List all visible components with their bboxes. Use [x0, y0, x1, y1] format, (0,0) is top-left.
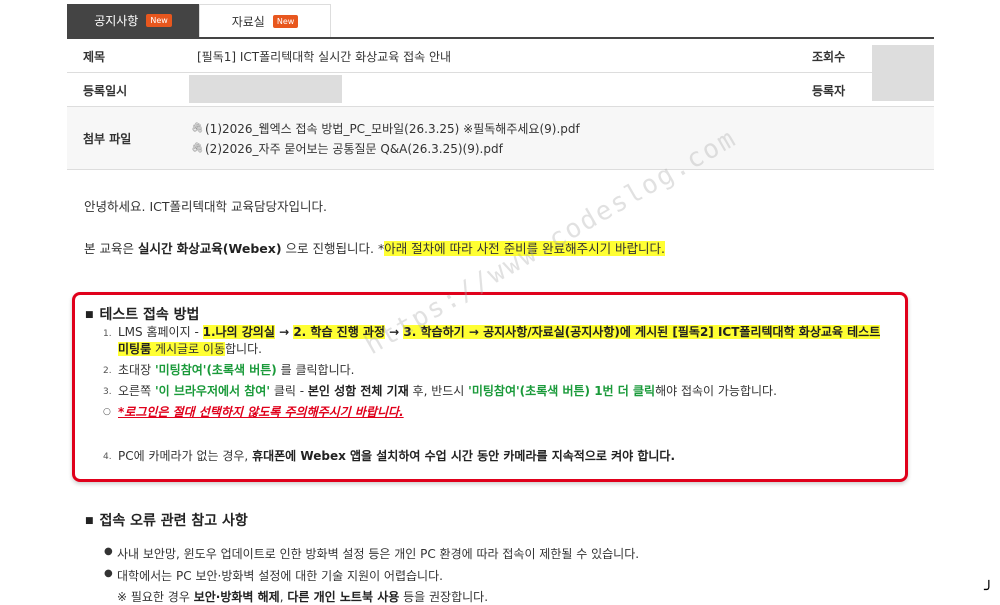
bullet-icon: ● [104, 568, 113, 579]
post-title: [필독1] ICT폴리텍대학 실시간 화상교육 접속 안내 [197, 50, 452, 64]
test-section-title-text: 테스트 접속 방법 [99, 307, 200, 323]
post-info-table: 제목 [필독1] ICT폴리텍대학 실시간 화상교육 접속 안내 조회수 등록일… [67, 37, 934, 170]
paperclip-icon: 🖇 [191, 143, 204, 154]
title-label: 제목 [83, 50, 106, 64]
s1-g: → 공지사항/자료실(공지사항)에 게시된 [464, 325, 673, 339]
attachment-file[interactable]: 🖇 (1)2026_웹엑스 접속 방법_PC_모바일(26.3.25) ※필독해… [191, 119, 580, 139]
b3-d: 다른 개인 노트북 사용 [287, 590, 400, 604]
intro-pre: 본 교육은 [84, 241, 138, 256]
title-row: 제목 [필독1] ICT폴리텍대학 실시간 화상교육 접속 안내 조회수 [67, 39, 934, 101]
step-number: 1. [103, 329, 112, 339]
error-section-title: ■ 접속 오류 관련 참고 사항 [85, 510, 248, 530]
s3-c: 클릭 - [270, 384, 308, 398]
step-number: 4. [103, 452, 112, 462]
tab-archive-label: 자료실 [231, 14, 265, 29]
attachment-filename: (2)2026_자주 묻어보는 공통질문 Q&A(26.3.25)(9).pdf [205, 142, 503, 156]
tab-archive[interactable]: 자료실 New [199, 4, 331, 37]
s1-b: 1.나의 강의실 [202, 325, 275, 339]
attachment-row: 첨부 파일 🖇 (1)2026_웹엑스 접속 방법_PC_모바일(26.3.25… [67, 107, 934, 170]
s4-a: PC에 카메라가 없는 경우, [118, 449, 253, 463]
s1-j: 게시글로 이동 [151, 342, 225, 356]
s3-a: 오른쪽 [118, 384, 155, 398]
b3-a: ※ 필요한 경우 [117, 590, 194, 604]
step-2: 초대장 '미팅참여'(초록색 버튼) 를 클릭합니다. [118, 361, 354, 378]
b3-b: 보안·방화벽 해제 [193, 590, 280, 604]
mouse-cursor-icon: ╯ [984, 580, 994, 599]
step-1: LMS 홈페이지 - 1.나의 강의실 → 2. 학습 진행 과정 → 3. 학… [118, 324, 898, 358]
attach-label: 첨부 파일 [83, 132, 132, 146]
date-row: 등록일시 등록자 [67, 73, 934, 107]
s3-b: '이 브라우저에서 참여' [154, 384, 271, 398]
s3-f: '미팅참여'(초록색 버튼) 1번 더 클릭 [468, 384, 656, 398]
s2-a: 초대장 [118, 363, 155, 377]
step-3: 오른쪽 '이 브라우저에서 참여' 클릭 - 본인 성함 전체 기재 후, 반드… [118, 382, 777, 399]
s1-k: 합니다. [225, 342, 262, 356]
s2-c: 를 클릭합니다. [276, 363, 355, 377]
tab-notice-label: 공지사항 [94, 14, 139, 28]
attachment-filename: (1)2026_웹엑스 접속 방법_PC_모바일(26.3.25) ※필독해주세… [205, 122, 580, 136]
step-4: PC에 카메라가 없는 경우, 휴대폰에 Webex 앱을 설치하여 수업 시간… [118, 447, 675, 464]
step-number: 2. [103, 366, 112, 376]
s3-d: 본인 성함 전체 기재 [307, 384, 409, 398]
tab-notice[interactable]: 공지사항 New [67, 4, 199, 37]
date-value-redacted [189, 75, 342, 103]
date-label: 등록일시 [83, 84, 128, 98]
s1-c: → [274, 325, 294, 339]
attachment-file[interactable]: 🖇 (2)2026_자주 묻어보는 공통질문 Q&A(26.3.25)(9).p… [191, 139, 580, 159]
greeting-text: 안녕하세요. ICT폴리텍대학 교육담당자입니다. [84, 199, 327, 214]
new-badge: New [146, 14, 172, 27]
new-badge: New [272, 14, 299, 28]
board-tabs: 공지사항 New 자료실 New [67, 4, 331, 37]
s4-b: 휴대폰에 Webex 앱을 설치하여 수업 시간 동안 카메라를 지속적으로 켜… [252, 449, 676, 463]
s1-i: 미팅룸 [118, 342, 152, 356]
bullet-icon: ● [104, 546, 113, 557]
error-note-2: 대학에서는 PC 보안·방화벽 설정에 대한 기술 지원이 어렵습니다. [117, 569, 443, 583]
s3-e: 후, 반드시 [408, 384, 469, 398]
b3-e: 등을 권장합니다. [399, 590, 489, 604]
circle-bullet-icon: ○ [103, 407, 111, 417]
square-bullet-icon: ■ [85, 310, 94, 320]
square-bullet-icon: ■ [85, 516, 94, 526]
step-number: 3. [103, 387, 112, 397]
s1-h: [필독2] ICT폴리텍대학 화상교육 테스트 [672, 325, 881, 339]
error-note-3: ※ 필요한 경우 보안·방화벽 해제, 다른 개인 노트북 사용 등을 권장합니… [117, 588, 488, 605]
intro-bold: 실시간 화상교육(Webex) [137, 241, 282, 256]
s1-a: LMS 홈페이지 - [118, 325, 203, 339]
author-label: 등록자 [812, 84, 846, 98]
intro-mid: 으로 진행됩니다. * [281, 241, 385, 256]
s3-g: 해야 접속이 가능합니다. [655, 384, 777, 398]
paperclip-icon: 🖇 [191, 123, 204, 134]
views-label: 조회수 [812, 50, 846, 64]
attachment-list: 🖇 (1)2026_웹엑스 접속 방법_PC_모바일(26.3.25) ※필독해… [191, 119, 580, 159]
test-section-title: ■ 테스트 접속 방법 [85, 304, 199, 324]
error-section-title-text: 접속 오류 관련 참고 사항 [99, 513, 248, 529]
s2-b: '미팅참여'(초록색 버튼) [154, 363, 277, 377]
error-note-1: 사내 보안망, 윈도우 업데이트로 인한 방화벽 설정 등은 개인 PC 환경에… [117, 547, 640, 561]
login-warning: *로그인은 절대 선택하지 않도록 주의해주시기 바랍니다. [118, 405, 404, 419]
